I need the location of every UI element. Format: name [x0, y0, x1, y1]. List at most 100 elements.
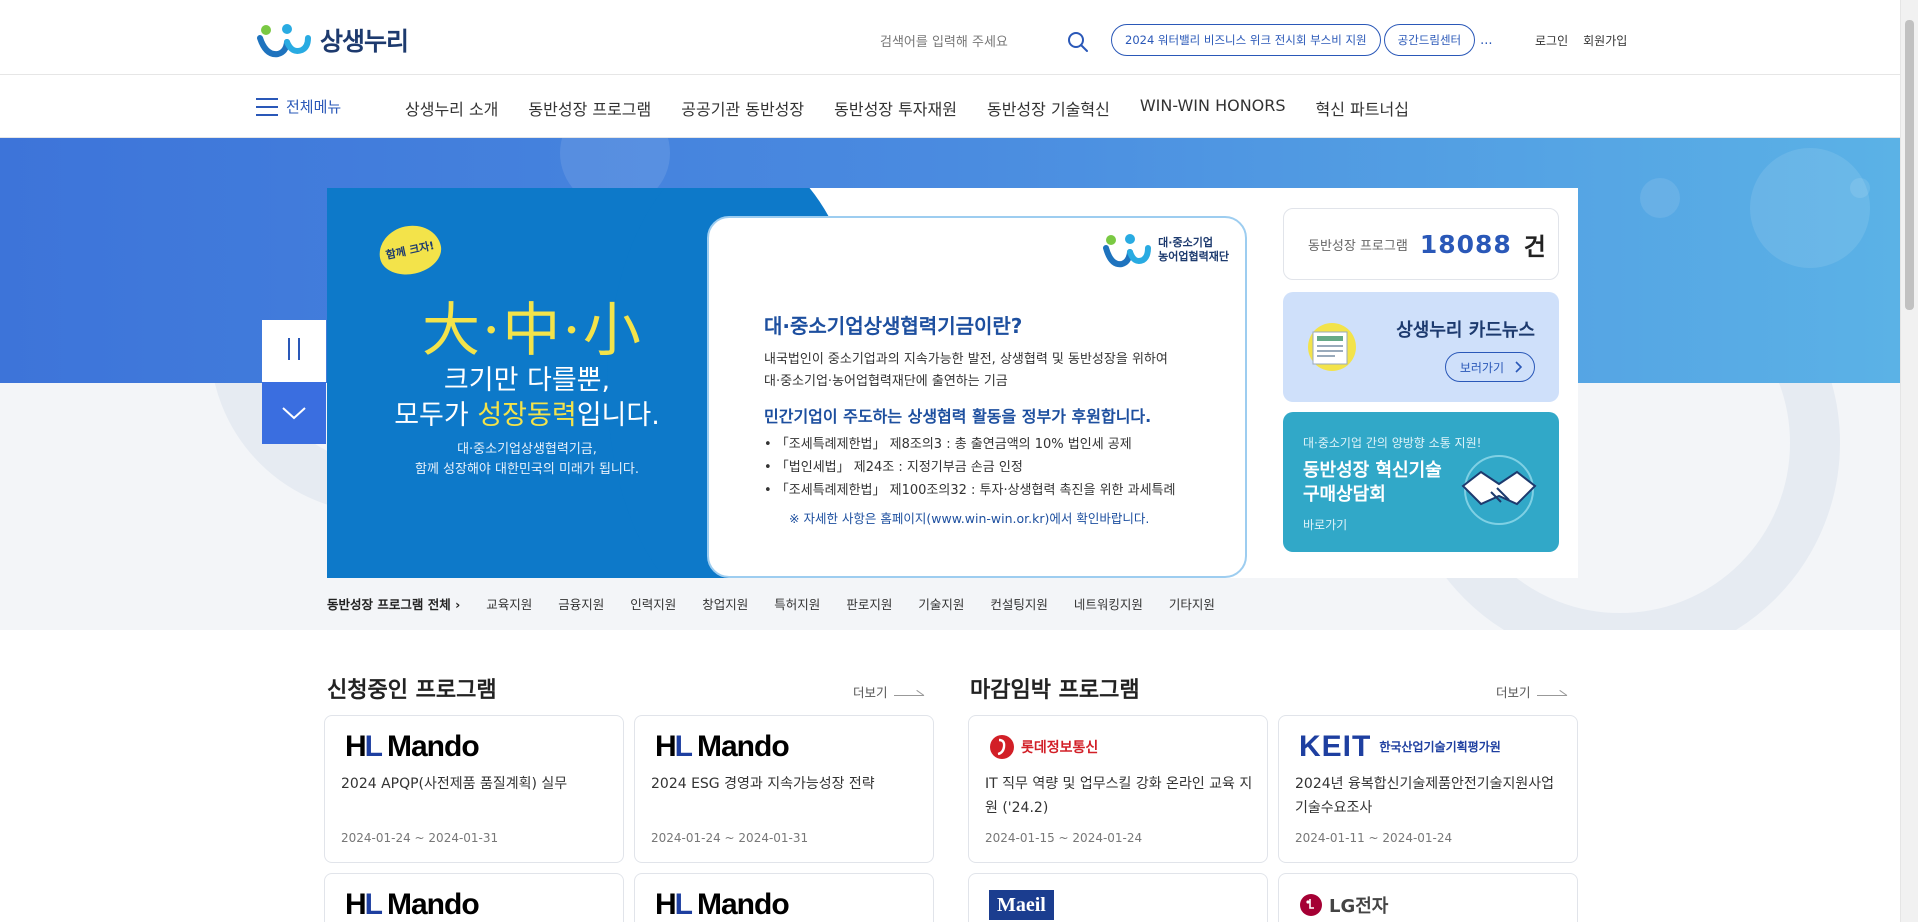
nav-item-program[interactable]: 동반성장 프로그램	[528, 96, 651, 120]
keyword-chip-1[interactable]: 2024 워터밸리 비즈니스 위크 전시회 부스비 지원	[1111, 24, 1381, 56]
search-box	[880, 24, 1090, 60]
banner-info-card: 대·중소기업 농어업협력재단 대·중소기업상생협력기금이란? 내국법인이 중소기…	[707, 216, 1247, 578]
chevron-down-icon	[282, 407, 306, 420]
category-education[interactable]: 교육지원	[486, 594, 532, 613]
login-link[interactable]: 로그인	[1535, 32, 1568, 49]
nav-items: 상생누리 소개 동반성장 프로그램 공공기관 동반성장 동반성장 투자재원 동반…	[405, 96, 1409, 120]
card-news-banner[interactable]: 상생누리 카드뉴스 보러가기	[1283, 292, 1559, 402]
card-news-view-button[interactable]: 보러가기	[1444, 352, 1535, 382]
lg-logo: LG전자	[1299, 888, 1388, 922]
hl-mando-logo: HL Mando	[655, 730, 790, 763]
banner-subheading: 민간기업이 주도하는 상생협력 활동을 정부가 후원합니다.	[764, 407, 1152, 426]
handshake-icon	[1461, 455, 1537, 525]
banner-small2: 함께 성장해야 대한민국의 미래가 됩니다.	[415, 462, 639, 477]
category-patent[interactable]: 특허지원	[774, 594, 820, 613]
tech-consult-banner[interactable]: 대·중소기업 간의 양방향 소통 지원! 동반성장 혁신기술 구매상담회 바로가…	[1283, 412, 1559, 552]
program-title: 2024 ESG 경영과 지속가능성장 전략	[651, 776, 875, 792]
tech-consult-link[interactable]: 바로가기	[1303, 516, 1347, 533]
program-title: 2024년 융복합신기술제품안전기술지원사업 기술수요조사	[1295, 776, 1555, 816]
signup-link[interactable]: 회원가입	[1583, 32, 1627, 49]
banner-small1: 대·중소기업상생협력기금,	[457, 442, 597, 457]
slider-pause-button[interactable]	[262, 320, 326, 382]
program-card[interactable]: HL Mando 2024 ESG 경영과 지속가능성장 전략 2024-01-2…	[634, 715, 934, 863]
category-networking[interactable]: 네트워킹지원	[1074, 594, 1143, 613]
slider-down-button[interactable]	[262, 382, 326, 444]
keyword-chips: 2024 워터밸리 비즈니스 위크 전시회 부스비 지원 공간드림센터 ...	[1111, 24, 1493, 56]
scrollbar-thumb[interactable]	[1905, 20, 1914, 310]
program-categories: 동반성장 프로그램 전체 › 교육지원 금융지원 인력지원 창업지원 특허지원 …	[327, 594, 1215, 613]
program-date: 2024-01-24 ~ 2024-01-31	[341, 831, 499, 845]
search-icon[interactable]	[1066, 30, 1090, 54]
card-news-title: 상생누리 카드뉴스	[1396, 320, 1535, 341]
program-card[interactable]: LG전자	[1278, 873, 1578, 922]
banner-line2: 모두가 성장동력입니다.	[394, 400, 660, 431]
banner-desc1: 내국법인이 중소기업과의 지속가능한 발전, 상생협력 및 동반성장을 위하여	[764, 352, 1168, 367]
nav-item-tech[interactable]: 동반성장 기술혁신	[987, 96, 1110, 120]
program-card[interactable]: HL Mando	[324, 873, 624, 922]
search-input[interactable]	[880, 34, 1050, 50]
banner-note: ※ 자세한 사항은 홈페이지(www.win-win.or.kr)에서 확인바랍…	[789, 511, 1150, 526]
banner-line1: 크기만 다를뿐,	[443, 365, 611, 396]
category-finance[interactable]: 금융지원	[558, 594, 604, 613]
all-menu-button[interactable]: 전체메뉴	[256, 96, 341, 117]
nav-item-fund[interactable]: 동반성장 투자재원	[834, 96, 957, 120]
banner-bullet: • 「법인세법」 제24조 : 지정기부금 손금 인정	[764, 460, 1023, 475]
program-card[interactable]: HL Mando 2024 APQP(사전제품 품질계획) 실무 2024-01-…	[324, 715, 624, 863]
category-startup[interactable]: 창업지원	[702, 594, 748, 613]
nav-item-public[interactable]: 공공기관 동반성장	[681, 96, 804, 120]
foundation-logo-icon	[1103, 234, 1152, 268]
page-scrollbar[interactable]	[1900, 0, 1918, 922]
program-date: 2024-01-24 ~ 2024-01-31	[651, 831, 809, 845]
foundation-logo: 대·중소기업 농어업협력재단	[1102, 230, 1229, 270]
hl-mando-logo: HL Mando	[345, 730, 480, 763]
program-date: 2024-01-11 ~ 2024-01-24	[1295, 831, 1453, 845]
banner-desc2: 대·중소기업·농어업협력재단에 출연하는 기금	[764, 374, 1008, 389]
lotte-logo: 롯데정보통신	[989, 730, 1098, 764]
category-all[interactable]: 동반성장 프로그램 전체 ›	[327, 594, 460, 613]
main-nav: 전체메뉴 상생누리 소개 동반성장 프로그램 공공기관 동반성장 동반성장 투자…	[0, 76, 1900, 138]
logo-text: 상생누리	[320, 27, 409, 56]
main-banner[interactable]: 함께 크자! 大·中·小 크기만 다를뿐, 모두가 성장동력입니다. 대·중소기…	[327, 188, 1265, 578]
pause-icon	[284, 338, 304, 364]
tech-consult-title: 구매상담회	[1303, 484, 1386, 505]
auth-links: 로그인 회원가입	[1535, 32, 1627, 49]
lg-mark-icon	[1300, 894, 1322, 916]
program-card[interactable]: HL Mando	[634, 873, 934, 922]
newspaper-icon	[1308, 323, 1356, 371]
tech-consult-title: 동반성장 혁신기술	[1303, 460, 1442, 481]
banner-bullet: • 「조세특례제한법」 제8조의3 : 총 출연금액의 10% 법인세 공제	[764, 437, 1132, 452]
program-card[interactable]: Maeil	[968, 873, 1268, 922]
program-count-unit: 건	[1523, 232, 1546, 261]
program-card[interactable]: 롯데정보통신 IT 직무 역량 및 업무스킬 강화 온라인 교육 지원 ('24…	[968, 715, 1268, 863]
category-sales[interactable]: 판로지원	[846, 594, 892, 613]
hero-side-panel: 동반성장 프로그램 18088 건 상생누리 카드뉴스 보러가기 대·중소기업 …	[1265, 188, 1578, 578]
program-title: IT 직무 역량 및 업무스킬 강화 온라인 교육 지원 ('24.2)	[985, 776, 1253, 816]
program-count-value: 18088	[1419, 229, 1512, 259]
nav-item-partnership[interactable]: 혁신 파트너십	[1316, 96, 1409, 120]
program-card[interactable]: KEIT 한국산업기술기획평가원 2024년 융복합신기술제품안전기술지원사업 …	[1278, 715, 1578, 863]
nav-item-intro[interactable]: 상생누리 소개	[405, 96, 498, 120]
maeil-logo: Maeil	[989, 888, 1054, 922]
logo-mark-icon	[257, 24, 311, 58]
ongoing-more-link[interactable]: 더보기	[853, 682, 924, 701]
program-title: 2024 APQP(사전제품 품질계획) 실무	[341, 776, 568, 792]
keit-logo: KEIT 한국산업기술기획평가원	[1299, 730, 1501, 763]
tech-consult-subtitle: 대·중소기업 간의 양방향 소통 지원!	[1303, 436, 1482, 450]
category-etc[interactable]: 기타지원	[1169, 594, 1215, 613]
hl-mando-logo: HL Mando	[345, 888, 480, 921]
keyword-chip-2[interactable]: 공간드림센터	[1383, 24, 1476, 56]
chevron-right-icon	[1515, 361, 1522, 373]
category-hr[interactable]: 인력지원	[630, 594, 676, 613]
category-consulting[interactable]: 컨설팅지원	[990, 594, 1048, 613]
ongoing-section-title: 신청중인 프로그램	[327, 678, 497, 703]
program-count-box: 동반성장 프로그램 18088 건	[1283, 208, 1559, 280]
program-count-label: 동반성장 프로그램	[1308, 238, 1408, 254]
nav-item-honors[interactable]: WIN-WIN HONORS	[1140, 96, 1286, 120]
banner-bullet: • 「조세특례제한법」 제100조의32 : 투자·상생협력 촉진을 위한 과세…	[764, 483, 1176, 498]
closing-more-link[interactable]: 더보기	[1496, 682, 1567, 701]
closing-section-title: 마감임박 프로그램	[970, 678, 1140, 703]
site-logo[interactable]: 상생누리	[256, 20, 409, 60]
keyword-chips-more[interactable]: ...	[1480, 33, 1492, 48]
banner-big-text: 大·中·小	[422, 296, 643, 364]
category-tech[interactable]: 기술지원	[918, 594, 964, 613]
